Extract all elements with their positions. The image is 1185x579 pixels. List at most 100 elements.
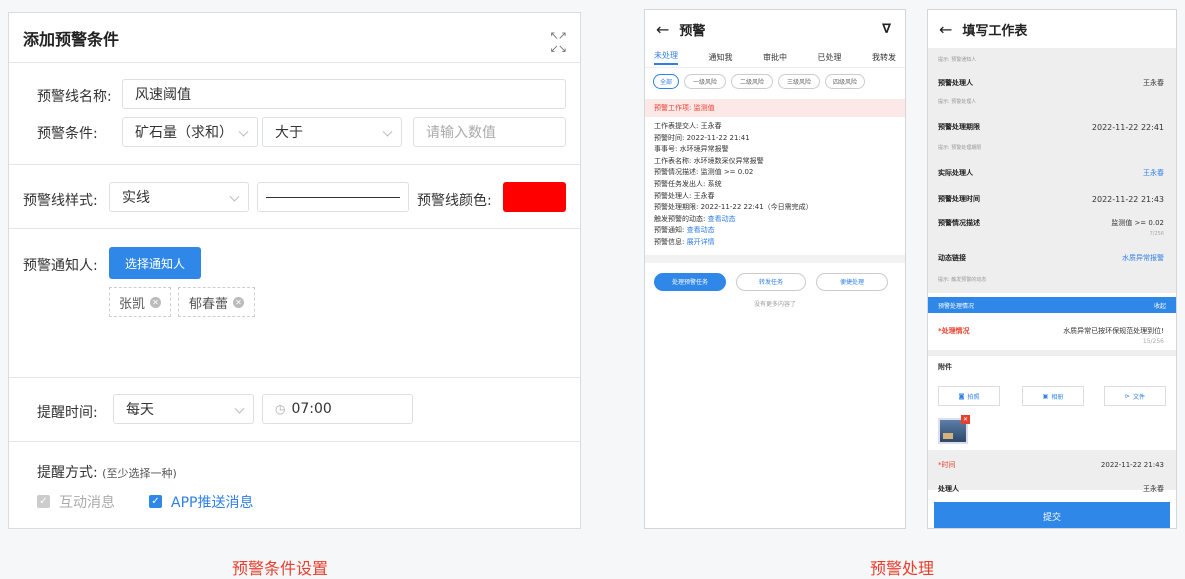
- image-icon: ▣: [1042, 392, 1049, 400]
- notify-tag: 张凯 ✕: [109, 287, 171, 317]
- checkbox-icon[interactable]: ✓: [149, 495, 162, 508]
- tab-processed[interactable]: 已处理: [818, 52, 842, 63]
- risk-filter: 全部 一级风险 二级风险 三级风险 四级风险: [645, 68, 905, 95]
- chevron-down-icon: [382, 126, 393, 137]
- tab-forwarded[interactable]: 我转发: [872, 52, 896, 63]
- chevron-down-icon: [234, 403, 245, 414]
- info-row: 预警处理期限: 2022-11-22 22:41（今日需完成）: [654, 203, 813, 212]
- threshold-input[interactable]: 请输入数值: [413, 117, 566, 147]
- quick-handle-button[interactable]: 便捷处理: [816, 272, 888, 291]
- warning-item-title: 预警工作项: 监测值: [645, 99, 905, 117]
- info-row: 工作表名称: 水环境数采仪异常报警: [654, 156, 764, 165]
- remove-tag-icon[interactable]: ✕: [233, 296, 244, 308]
- caption-left: 预警条件设置: [232, 559, 329, 578]
- phone-title: 填写工作表: [962, 23, 1028, 39]
- delete-icon[interactable]: ✕: [961, 415, 970, 424]
- name-input[interactable]: 风速阈值: [122, 79, 566, 109]
- divider: [9, 228, 580, 229]
- field-row: *处理情况 水质异常已按环保规范处理到位!: [938, 326, 1164, 336]
- info-row: 工作表提交人: 王永春: [654, 122, 722, 130]
- notify-tag: 郁春蕾 ✕: [178, 287, 255, 317]
- hint-text: 提示: 预警通知人: [938, 57, 977, 63]
- hint-text: 提示: 预警处理人: [938, 99, 977, 105]
- info-row: 预警信息: 展开详情: [654, 237, 715, 246]
- link-view-dynamic[interactable]: 查看动态: [708, 215, 736, 223]
- char-counter: 15/256: [1142, 338, 1164, 345]
- file-button[interactable]: ⊳ 文件: [1104, 386, 1166, 406]
- pill-level1[interactable]: 一级风险: [684, 74, 726, 89]
- line-style-select[interactable]: 实线: [109, 182, 249, 212]
- action-buttons: 处理预警任务 转发任务 便捷处理: [645, 272, 905, 291]
- attachment-thumbnail[interactable]: ✕: [938, 415, 970, 444]
- pill-level4[interactable]: 四级风险: [825, 74, 865, 89]
- tab-approving[interactable]: 审批中: [763, 52, 787, 63]
- hint-text: 提示: 触发预警的动态: [938, 277, 987, 283]
- collapse-toggle[interactable]: 收起: [1154, 301, 1166, 310]
- tab-bar: 未处理 通知我 审批中 已处理 我转发: [645, 48, 905, 68]
- field-row: 处理人 王永春: [938, 485, 1164, 493]
- field-row: 预警处理人 王永春: [938, 79, 1164, 87]
- checkbox-icon[interactable]: ✓: [37, 495, 50, 508]
- pill-level2[interactable]: 二级风险: [731, 74, 773, 89]
- phone-title: 预警: [679, 23, 706, 39]
- line-color-swatch[interactable]: [503, 182, 566, 212]
- field-row: 动态链接 水质异常报警: [938, 253, 1164, 263]
- line-style-label: 预警线样式:: [23, 193, 98, 209]
- link-view-notify[interactable]: 查看动态: [687, 226, 715, 234]
- expand-icon[interactable]: ↖↗ ↙↘: [550, 29, 567, 55]
- field-row: 预警处理时间 2022-11-22 21:43: [938, 194, 1164, 204]
- phone-header: ← 预警 ∇: [645, 10, 905, 48]
- select-notify-button[interactable]: 选择通知人: [109, 247, 201, 279]
- camera-button[interactable]: ◙ 拍照: [938, 386, 1000, 406]
- condition-field-select[interactable]: 矿石量（求和）: [122, 117, 258, 147]
- field-row: *时间 2022-11-22 21:43: [938, 461, 1164, 469]
- no-more-text: 没有更多内容了: [753, 300, 796, 308]
- submit-button[interactable]: 提交: [934, 502, 1170, 528]
- forward-task-button[interactable]: 转发任务: [736, 272, 806, 291]
- process-input[interactable]: 水质异常已按环保规范处理到位!: [1063, 326, 1164, 336]
- divider: [9, 164, 580, 165]
- clock-icon: ◷: [275, 402, 286, 416]
- chevron-down-icon: [229, 191, 240, 202]
- notify-label: 预警通知人:: [23, 258, 98, 274]
- filter-icon[interactable]: ∇: [882, 22, 891, 37]
- remind-frequency-select[interactable]: 每天: [113, 394, 254, 424]
- panel-title: 添加预警条件: [9, 13, 580, 63]
- divider: [9, 441, 580, 442]
- back-arrow-icon[interactable]: ←: [656, 20, 669, 39]
- link-expand-details[interactable]: 展开详情: [687, 238, 715, 246]
- warning-condition-panel: 添加预警条件 ↖↗ ↙↘ 预警线名称: 风速阈值 预警条件: 矿石量（求和） 大于…: [8, 12, 581, 529]
- tab-notify-me[interactable]: 通知我: [709, 52, 733, 63]
- pill-all[interactable]: 全部: [653, 74, 679, 89]
- info-row: 事事号: 水环境异常报警: [654, 145, 729, 154]
- info-row: 预警处理人: 王永春: [654, 191, 715, 200]
- tab-unprocessed[interactable]: 未处理: [654, 50, 678, 65]
- pill-level3[interactable]: 三级风险: [778, 74, 820, 89]
- phone-warning-list: ← 预警 ∇ 未处理 通知我 审批中 已处理 我转发 全部 一级风险 二级风险 …: [644, 9, 906, 529]
- field-row: 预警处理期限 2022-11-22 22:41: [938, 122, 1164, 132]
- operator-select[interactable]: 大于: [262, 117, 402, 147]
- section-header: 预警处理情况 收起: [928, 297, 1176, 313]
- info-row: 触发预警的动态: 查看动态: [654, 214, 736, 223]
- album-button[interactable]: ▣ 相册: [1022, 386, 1084, 406]
- camera-icon: ◙: [958, 392, 965, 400]
- handle-task-button[interactable]: 处理预警任务: [654, 272, 726, 291]
- field-row: 预警情况描述 监测值 >= 0.02: [938, 219, 1164, 227]
- back-arrow-icon[interactable]: ←: [939, 20, 952, 39]
- info-row: 预警通知: 查看动态: [654, 226, 715, 235]
- warning-detail: 工作表提交人: 王永春 预警时间: 2022-11-22 21:41 事事号: …: [645, 121, 905, 249]
- info-row: 预警情况描述: 监测值 >= 0.02: [654, 168, 754, 177]
- folder-icon: ⊳: [1124, 392, 1130, 400]
- field-row: 实际处理人 王永春: [938, 169, 1164, 177]
- remove-tag-icon[interactable]: ✕: [150, 296, 161, 308]
- info-row: 预警时间: 2022-11-22 21:41: [654, 133, 750, 142]
- line-preview: [257, 182, 409, 212]
- name-label: 预警线名称:: [37, 89, 112, 105]
- remind-time-picker[interactable]: ◷ 07:00: [262, 394, 413, 424]
- dynamic-link[interactable]: 水质异常报警: [1122, 253, 1164, 263]
- option-interaction-msg: 互动消息: [59, 495, 115, 511]
- divider: [9, 377, 580, 378]
- divider: [645, 254, 905, 263]
- remind-method-label: 提醒方式: (至少选择一种): [37, 465, 177, 481]
- attach-label: 附件: [938, 363, 952, 371]
